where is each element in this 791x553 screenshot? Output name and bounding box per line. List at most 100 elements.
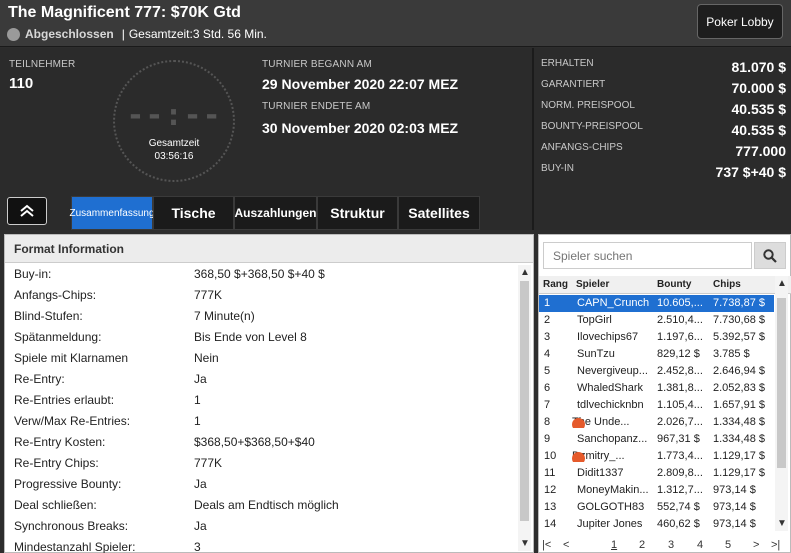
player-name-cell: Sanchopanz... xyxy=(577,433,659,445)
format-label: Blind-Stufen: xyxy=(14,309,83,323)
player-row[interactable]: 13 GOLGOTH83 552,74 $ 973,14 $ xyxy=(539,499,774,516)
player-row[interactable]: 7 tdlvechicknbn 1.105,4... 1.657,91 $ xyxy=(539,397,774,414)
format-label: Anfangs-Chips: xyxy=(14,288,97,302)
prize-row: BOUNTY-PREISPOOL 40.535 $ xyxy=(541,119,786,140)
player-row[interactable]: 8 The Unde... 2.026,7... 1.334,48 $ xyxy=(539,414,774,431)
player-rank: 9 xyxy=(544,433,551,445)
player-rank: 8 xyxy=(544,416,551,428)
player-name-cell: Ilovechips67 xyxy=(577,331,659,343)
double-chevron-up-icon xyxy=(20,204,34,217)
prize-label: BUY-IN xyxy=(541,163,574,174)
format-scrollbar[interactable]: ▲ ▼ xyxy=(518,265,531,551)
format-value: 3 xyxy=(194,540,201,553)
format-row: Re-Entries erlaubt: 1 xyxy=(5,389,519,410)
player-row[interactable]: 11 Didit1337 2.809,8... 1.129,17 $ xyxy=(539,465,774,482)
clock-time: 03:56:16 xyxy=(154,151,194,162)
player-name: Nevergiveup... xyxy=(577,365,648,377)
col-chips[interactable]: Chips xyxy=(713,279,741,290)
clock: --:-- Gesamtzeit 03:56:16 xyxy=(113,60,235,182)
prev-page-icon[interactable]: < xyxy=(563,539,569,551)
tab-summary[interactable]: Zusammenfassung xyxy=(69,196,155,230)
end-value: 30 November 2020 02:03 MEZ xyxy=(262,120,459,136)
player-row[interactable]: 1 CAPN_Crunch 10.605,... 7.738,87 $ xyxy=(539,295,774,312)
format-label: Spiele mit Klarnamen xyxy=(14,351,129,365)
page-link[interactable]: 4 xyxy=(697,539,703,551)
tab-payouts[interactable]: Auszahlungen xyxy=(234,196,317,230)
clock-digits: --:-- xyxy=(126,98,222,133)
player-rank: 1 xyxy=(544,297,551,309)
format-row: Deal schließen: Deals am Endtisch möglich xyxy=(5,494,519,515)
player-row[interactable]: 10 Dzmitry_... 1.773,4... 1.129,17 $ xyxy=(539,448,774,465)
scroll-down-icon[interactable]: ▼ xyxy=(520,538,530,549)
prize-info: ERHALTEN 81.070 $ GARANTIERT 70.000 $ NO… xyxy=(534,48,791,230)
player-row[interactable]: 5 Nevergiveup... 2.452,8... 2.646,94 $ xyxy=(539,363,774,380)
player-chips: 1.129,17 $ xyxy=(713,450,765,462)
collapse-button[interactable] xyxy=(7,197,47,225)
player-name: Didit1337 xyxy=(577,467,624,479)
player-name-cell: tdlvechicknbn xyxy=(577,399,659,411)
player-bounty: 1.381,8... xyxy=(657,382,703,394)
player-bounty: 967,31 $ xyxy=(657,433,700,445)
col-rank[interactable]: Rang xyxy=(543,279,568,290)
participants-label: TEILNEHMER xyxy=(9,59,76,70)
player-row[interactable]: 3 Ilovechips67 1.197,6... 5.392,57 $ xyxy=(539,329,774,346)
player-row[interactable]: 6 WhaledShark 1.381,8... 2.052,83 $ xyxy=(539,380,774,397)
player-name: TopGirl xyxy=(577,314,612,326)
player-bounty: 829,12 $ xyxy=(657,348,700,360)
format-label: Deal schließen: xyxy=(14,498,97,512)
player-name-cell: Didit1337 xyxy=(577,467,659,479)
player-chips: 2.646,94 $ xyxy=(713,365,765,377)
player-row[interactable]: 12 MoneyMakin... 1.312,7... 973,14 $ xyxy=(539,482,774,499)
format-label: Spätanmeldung: xyxy=(14,330,102,344)
page-link[interactable]: 1 xyxy=(611,539,617,551)
player-bounty: 460,62 $ xyxy=(657,518,700,530)
pagination: |< < 1 2 3 4 5 > >| xyxy=(539,537,791,553)
format-value: 777K xyxy=(194,288,223,302)
scroll-thumb[interactable] xyxy=(777,298,786,468)
tab-tables[interactable]: Tische xyxy=(153,196,234,230)
player-table-header: Rang Spieler Bounty Chips xyxy=(539,276,791,294)
player-name: Jupiter Jones xyxy=(577,518,643,530)
player-name-cell: Nevergiveup... xyxy=(577,365,659,377)
player-bounty: 552,74 $ xyxy=(657,501,700,513)
scroll-up-icon[interactable]: ▲ xyxy=(520,267,530,278)
col-player[interactable]: Spieler xyxy=(576,279,609,290)
player-name-cell: SunTzu xyxy=(577,348,659,360)
next-page-icon[interactable]: > xyxy=(753,539,759,551)
player-rank: 7 xyxy=(544,399,551,411)
player-scrollbar[interactable]: ▲ ▼ xyxy=(775,276,788,531)
player-row[interactable]: 14 Jupiter Jones 460,62 $ 973,14 $ xyxy=(539,516,774,533)
bounty-badge-icon xyxy=(572,452,585,462)
format-row: Synchronous Breaks: Ja xyxy=(5,515,519,536)
format-row: Re-Entry Chips: 777K xyxy=(5,452,519,473)
page-link[interactable]: 3 xyxy=(668,539,674,551)
first-page-icon[interactable]: |< xyxy=(542,539,551,551)
player-name-cell: MoneyMakin... xyxy=(577,484,659,496)
player-rank: 3 xyxy=(544,331,551,343)
scroll-down-icon[interactable]: ▼ xyxy=(777,518,787,529)
page-link[interactable]: 2 xyxy=(639,539,645,551)
player-rank: 5 xyxy=(544,365,551,377)
status-dot-icon xyxy=(7,27,20,41)
player-row[interactable]: 4 SunTzu 829,12 $ 3.785 $ xyxy=(539,346,774,363)
player-name-cell: Jupiter Jones xyxy=(577,518,659,530)
status-label: Abgeschlossen xyxy=(25,27,114,41)
scroll-thumb[interactable] xyxy=(520,281,529,521)
player-panel: Rang Spieler Bounty Chips 1 CAPN_Crunch 10… xyxy=(538,234,791,553)
tab-structure[interactable]: Struktur xyxy=(317,196,398,230)
page-link[interactable]: 5 xyxy=(725,539,731,551)
scroll-up-icon[interactable]: ▲ xyxy=(777,278,787,289)
player-chips: 5.392,57 $ xyxy=(713,331,765,343)
player-rank: 13 xyxy=(544,501,557,513)
last-page-icon[interactable]: >| xyxy=(771,539,780,551)
col-bounty[interactable]: Bounty xyxy=(657,279,691,290)
player-chips: 1.657,91 $ xyxy=(713,399,765,411)
player-row[interactable]: 9 Sanchopanz... 967,31 $ 1.334,48 $ xyxy=(539,431,774,448)
search-button[interactable] xyxy=(754,242,786,269)
format-rows: Buy-in: 368,50 $+368,50 $+40 $ Anfangs-Ch… xyxy=(5,263,519,553)
poker-lobby-button[interactable]: Poker Lobby xyxy=(697,4,783,39)
player-row[interactable]: 2 TopGirl 2.510,4... 7.730,68 $ xyxy=(539,312,774,329)
player-search-input[interactable] xyxy=(543,242,752,269)
player-chips: 973,14 $ xyxy=(713,484,756,496)
tab-satellites[interactable]: Satellites xyxy=(398,196,480,230)
